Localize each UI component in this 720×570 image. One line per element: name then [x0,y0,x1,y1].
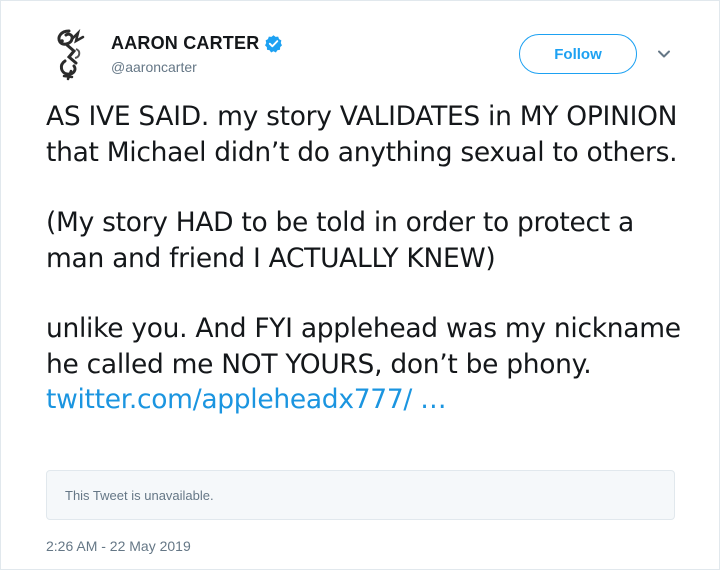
tweet-paragraph-text: unlike you. And FYI applehead was my nic… [46,313,681,380]
display-name[interactable]: AARON CARTER [111,33,259,54]
avatar[interactable] [47,27,97,83]
verified-badge-icon [264,34,283,53]
author-block[interactable]: AARON CARTER @aaroncarter [111,31,283,75]
tweet-text: AS IVE SAID. my story VALIDATES in MY OP… [46,99,696,418]
tweet-paragraph-with-link: unlike you. And FYI applehead was my nic… [46,311,696,418]
tweet-card: AARON CARTER @aaroncarter Follow AS IVE … [0,0,720,570]
author-handle[interactable]: @aaroncarter [111,59,283,75]
follow-button[interactable]: Follow [519,34,637,74]
tweet-paragraph: (My story HAD to be told in order to pro… [46,207,634,274]
tweet-header: AARON CARTER @aaroncarter Follow [1,1,719,101]
name-row: AARON CARTER [111,31,283,55]
quoted-tweet-card[interactable]: This Tweet is unavailable. [46,470,675,520]
quoted-tweet-unavailable-text: This Tweet is unavailable. [65,487,214,503]
avatar-logo-icon [57,28,85,81]
tweet-paragraph: AS IVE SAID. my story VALIDATES in MY OP… [46,101,678,168]
chevron-down-icon[interactable] [655,45,673,63]
tweet-link[interactable]: twitter.com/appleheadx777/ … [46,384,447,415]
tweet-timestamp[interactable]: 2:26 AM - 22 May 2019 [46,538,191,554]
